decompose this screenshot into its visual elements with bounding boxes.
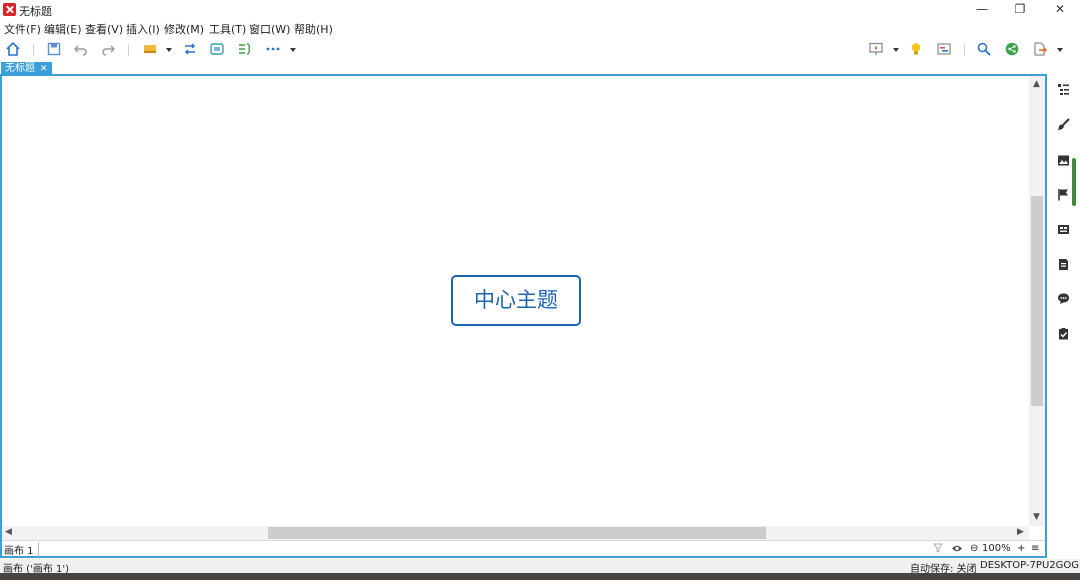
right-side-panel bbox=[1049, 75, 1080, 559]
status-bar: 画布 ('画布 1') 自动保存: 关闭 DESKTOP-7PU2GOG bbox=[0, 559, 1080, 575]
sticker-icon[interactable] bbox=[1057, 223, 1070, 236]
title-bar: 无标题 — ❐ ✕ bbox=[0, 0, 1080, 19]
window-title: 无标题 bbox=[19, 5, 52, 18]
central-topic[interactable]: 中心主题 bbox=[451, 275, 581, 326]
comment-icon[interactable] bbox=[1057, 292, 1070, 305]
more-icon[interactable] bbox=[266, 42, 280, 56]
sheet-tab-1[interactable]: 画布 1 bbox=[4, 542, 39, 557]
horizontal-scroll-thumb[interactable] bbox=[268, 527, 766, 539]
save-icon[interactable] bbox=[47, 42, 61, 56]
redo-icon[interactable] bbox=[101, 42, 115, 56]
boundary-icon[interactable] bbox=[210, 42, 224, 56]
menu-tools[interactable]: 工具(T) bbox=[209, 21, 246, 37]
export-icon[interactable] bbox=[1033, 42, 1047, 56]
task-clipboard-icon[interactable] bbox=[1057, 327, 1070, 340]
tab-label: 无标题 bbox=[5, 63, 35, 74]
menu-edit[interactable]: 编辑(E) bbox=[44, 21, 82, 37]
flag-marker-icon[interactable] bbox=[1057, 188, 1070, 201]
close-button[interactable]: ✕ bbox=[1040, 0, 1080, 19]
computer-name: DESKTOP-7PU2GOG bbox=[980, 560, 1079, 571]
scroll-up-icon[interactable]: ▲ bbox=[1033, 79, 1040, 89]
search-icon[interactable] bbox=[977, 42, 991, 56]
home-icon[interactable] bbox=[6, 42, 20, 56]
chevron-down-icon[interactable] bbox=[1057, 48, 1063, 52]
topic-style-icon[interactable] bbox=[143, 42, 157, 56]
notes-icon[interactable] bbox=[1057, 258, 1070, 271]
vertical-scrollbar[interactable]: ▲ ▼ bbox=[1029, 76, 1045, 526]
zoom-level[interactable]: 100% bbox=[982, 543, 1011, 554]
taskbar-strip bbox=[0, 573, 1080, 580]
horizontal-scrollbar[interactable]: ◀ ▶ bbox=[2, 526, 1029, 540]
zoom-in-button[interactable]: + bbox=[1017, 543, 1025, 554]
toolbar-separator bbox=[964, 44, 965, 56]
toolbar-separator bbox=[128, 44, 129, 56]
menu-window[interactable]: 窗口(W) bbox=[249, 21, 290, 37]
format-brush-icon[interactable] bbox=[1057, 118, 1070, 131]
menu-help[interactable]: 帮助(H) bbox=[294, 21, 333, 37]
chevron-down-icon[interactable] bbox=[290, 48, 296, 52]
scroll-left-icon[interactable]: ◀ bbox=[5, 527, 12, 537]
outline-icon[interactable] bbox=[1057, 83, 1070, 96]
mindmap-canvas[interactable]: 中心主题 ▲ ▼ ◀ ▶ 画布 1 ⊖ 100% + ≡ bbox=[0, 74, 1047, 558]
chevron-down-icon[interactable] bbox=[166, 48, 172, 52]
share-icon[interactable] bbox=[1005, 42, 1019, 56]
toolbar-separator bbox=[33, 44, 34, 56]
summary-icon[interactable] bbox=[238, 42, 252, 56]
menu-modify[interactable]: 修改(M) bbox=[164, 21, 204, 37]
zoom-out-button[interactable]: ⊖ bbox=[970, 543, 978, 554]
chevron-down-icon[interactable] bbox=[893, 48, 899, 52]
panel-scroll-indicator bbox=[1072, 158, 1076, 206]
toolbar bbox=[0, 38, 1080, 62]
restore-button[interactable]: ❐ bbox=[1000, 0, 1040, 19]
minimize-button[interactable]: — bbox=[962, 0, 1002, 19]
status-dot-icon bbox=[973, 564, 976, 567]
menu-file[interactable]: 文件(F) bbox=[4, 21, 41, 37]
scroll-right-icon[interactable]: ▶ bbox=[1017, 527, 1024, 537]
scroll-down-icon[interactable]: ▼ bbox=[1033, 512, 1040, 522]
undo-icon[interactable] bbox=[74, 42, 88, 56]
filter-icon[interactable] bbox=[933, 543, 943, 553]
gantt-icon[interactable] bbox=[937, 42, 951, 56]
zoom-menu-button[interactable]: ≡ bbox=[1031, 543, 1039, 554]
presentation-icon[interactable] bbox=[869, 42, 883, 56]
menu-bar: 文件(F) 编辑(E) 查看(V) 插入(I) 修改(M) 工具(T) 窗口(W… bbox=[0, 19, 1080, 37]
eye-icon[interactable] bbox=[951, 544, 963, 553]
relationship-icon[interactable] bbox=[183, 42, 197, 56]
idea-bulb-icon[interactable] bbox=[909, 42, 923, 56]
vertical-scroll-thumb[interactable] bbox=[1031, 196, 1043, 406]
image-icon[interactable] bbox=[1057, 154, 1070, 167]
app-logo-icon bbox=[3, 3, 16, 16]
tab-close-icon[interactable]: ✕ bbox=[40, 64, 48, 74]
menu-view[interactable]: 查看(V) bbox=[85, 21, 123, 37]
sheet-bar: 画布 1 ⊖ 100% + ≡ bbox=[2, 540, 1045, 557]
menu-insert[interactable]: 插入(I) bbox=[126, 21, 160, 37]
